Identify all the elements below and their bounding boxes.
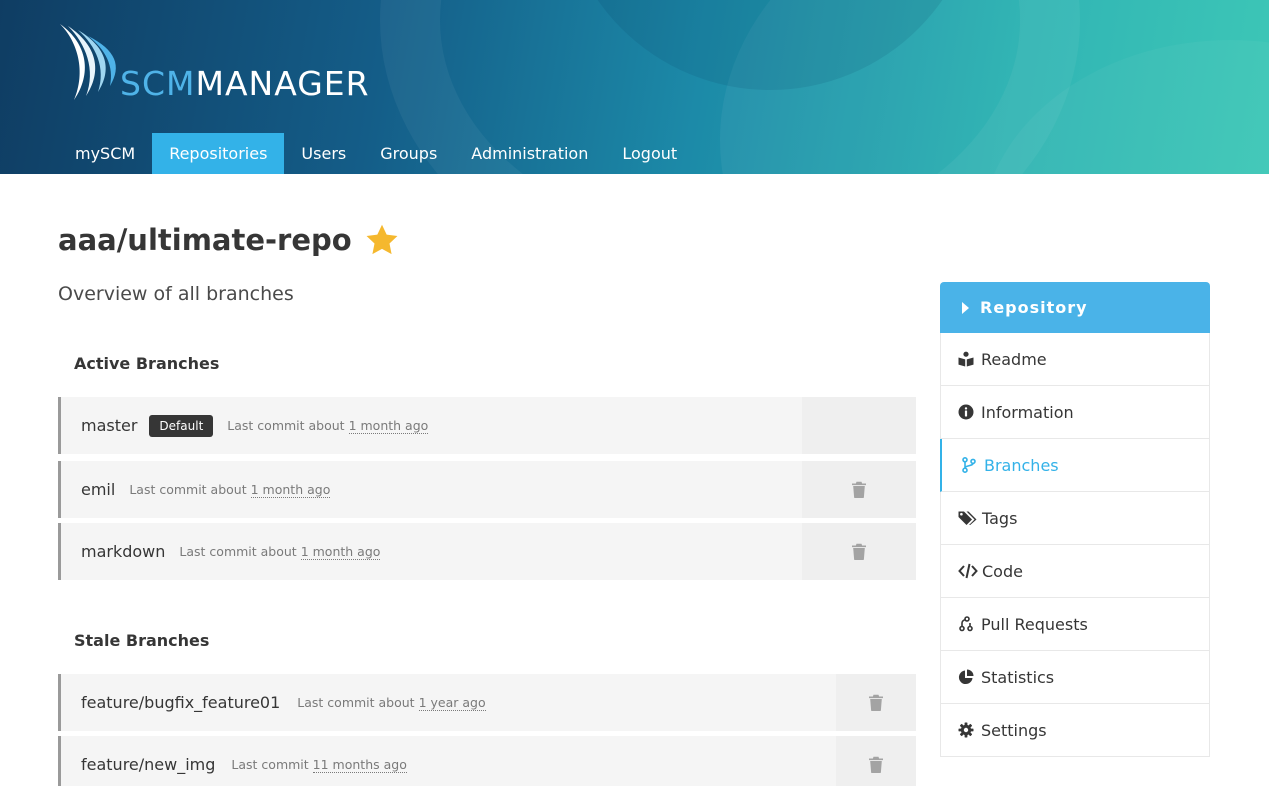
sidebar-item-label: Tags bbox=[982, 508, 1018, 528]
sidebar-header-repository[interactable]: Repository bbox=[940, 282, 1210, 333]
logo-text-scm: SCM bbox=[120, 64, 196, 103]
nav-groups[interactable]: Groups bbox=[363, 133, 454, 174]
sidebar-item-label: Readme bbox=[981, 349, 1047, 369]
branch-action-cell bbox=[802, 397, 916, 454]
last-commit-date: 1 year ago bbox=[418, 695, 486, 711]
delete-branch-button[interactable] bbox=[802, 523, 916, 580]
trash-icon bbox=[869, 756, 883, 773]
repository-sidebar: Repository Readme Information Branches T… bbox=[940, 282, 1210, 757]
sidebar-header-label: Repository bbox=[980, 298, 1088, 317]
code-icon bbox=[958, 563, 978, 579]
book-reader-icon bbox=[958, 351, 974, 367]
sidebar-item-readme[interactable]: Readme bbox=[940, 333, 1210, 386]
repository-name: aaa/ultimate-repo bbox=[58, 223, 352, 257]
sidebar-item-code[interactable]: Code bbox=[940, 545, 1210, 598]
primary-navigation: mySCM Repositories Users Groups Administ… bbox=[58, 133, 694, 174]
sidebar-item-label: Information bbox=[981, 402, 1074, 422]
logo-text-manager: MANAGER bbox=[195, 64, 370, 103]
pull-request-icon bbox=[958, 616, 974, 632]
delete-branch-button[interactable] bbox=[836, 674, 916, 731]
default-badge: Default bbox=[149, 414, 214, 437]
last-commit-info: Last commit 11 months ago bbox=[231, 757, 407, 773]
active-branches-heading: Active Branches bbox=[74, 354, 220, 373]
last-commit-label: Last commit about bbox=[129, 482, 247, 497]
stale-branches-heading: Stale Branches bbox=[74, 631, 210, 650]
sidebar-item-label: Code bbox=[982, 561, 1023, 581]
sidebar-item-statistics[interactable]: Statistics bbox=[940, 651, 1210, 704]
scm-manager-logo[interactable]: SCMMANAGER bbox=[58, 22, 398, 103]
branch-name-link[interactable]: feature/bugfix_feature01 bbox=[81, 693, 280, 712]
last-commit-info: Last commit about 1 year ago bbox=[297, 695, 486, 711]
branch-row: master Default Last commit about 1 month… bbox=[58, 397, 916, 454]
branch-name-link[interactable]: markdown bbox=[81, 542, 165, 561]
last-commit-label: Last commit about bbox=[179, 544, 297, 559]
last-commit-label: Last commit about bbox=[227, 418, 345, 433]
branch-name-link[interactable]: feature/new_img bbox=[81, 755, 215, 774]
last-commit-date: 1 month ago bbox=[250, 482, 331, 498]
caret-right-icon bbox=[962, 301, 969, 314]
sidebar-item-settings[interactable]: Settings bbox=[940, 704, 1210, 757]
tags-icon bbox=[958, 510, 978, 526]
delete-branch-button[interactable] bbox=[836, 736, 916, 786]
last-commit-info: Last commit about 1 month ago bbox=[227, 418, 429, 434]
code-branch-icon bbox=[961, 457, 977, 473]
chart-pie-icon bbox=[958, 669, 974, 685]
branch-row: feature/bugfix_feature01 Last commit abo… bbox=[58, 674, 916, 731]
branch-name-link[interactable]: master bbox=[81, 416, 137, 435]
last-commit-date: 1 month ago bbox=[300, 544, 381, 560]
last-commit-info: Last commit about 1 month ago bbox=[129, 482, 331, 498]
sidebar-item-information[interactable]: Information bbox=[940, 386, 1210, 439]
last-commit-date: 11 months ago bbox=[312, 757, 407, 773]
branch-row: emil Last commit about 1 month ago bbox=[58, 461, 916, 518]
nav-logout[interactable]: Logout bbox=[605, 133, 694, 174]
branch-row: markdown Last commit about 1 month ago bbox=[58, 523, 916, 580]
trash-icon bbox=[869, 694, 883, 711]
sidebar-item-tags[interactable]: Tags bbox=[940, 492, 1210, 545]
last-commit-date: 1 month ago bbox=[348, 418, 429, 434]
nav-myscm[interactable]: mySCM bbox=[58, 133, 152, 174]
last-commit-label: Last commit bbox=[231, 757, 309, 772]
page-title: aaa/ultimate-repo bbox=[58, 222, 400, 258]
sidebar-item-label: Settings bbox=[981, 720, 1047, 740]
trash-icon bbox=[852, 543, 866, 560]
last-commit-info: Last commit about 1 month ago bbox=[179, 544, 381, 560]
nav-administration[interactable]: Administration bbox=[454, 133, 605, 174]
page-subtitle: Overview of all branches bbox=[58, 283, 294, 305]
info-circle-icon bbox=[958, 404, 974, 420]
star-icon[interactable] bbox=[364, 222, 400, 258]
sidebar-item-label: Branches bbox=[984, 455, 1059, 475]
logo-swoosh-icon bbox=[60, 24, 116, 100]
branch-row: feature/new_img Last commit 11 months ag… bbox=[58, 736, 916, 786]
sidebar-item-branches[interactable]: Branches bbox=[940, 439, 1210, 492]
sidebar-item-label: Statistics bbox=[981, 667, 1055, 687]
nav-users[interactable]: Users bbox=[284, 133, 363, 174]
nav-repositories[interactable]: Repositories bbox=[152, 133, 285, 174]
trash-icon bbox=[852, 481, 866, 498]
app-header: SCMMANAGER mySCM Repositories Users Grou… bbox=[0, 0, 1269, 174]
branch-name-link[interactable]: emil bbox=[81, 480, 115, 499]
delete-branch-button[interactable] bbox=[802, 461, 916, 518]
last-commit-label: Last commit about bbox=[297, 695, 415, 710]
cog-icon bbox=[958, 722, 974, 738]
sidebar-item-label: Pull Requests bbox=[981, 614, 1088, 634]
sidebar-item-pull-requests[interactable]: Pull Requests bbox=[940, 598, 1210, 651]
